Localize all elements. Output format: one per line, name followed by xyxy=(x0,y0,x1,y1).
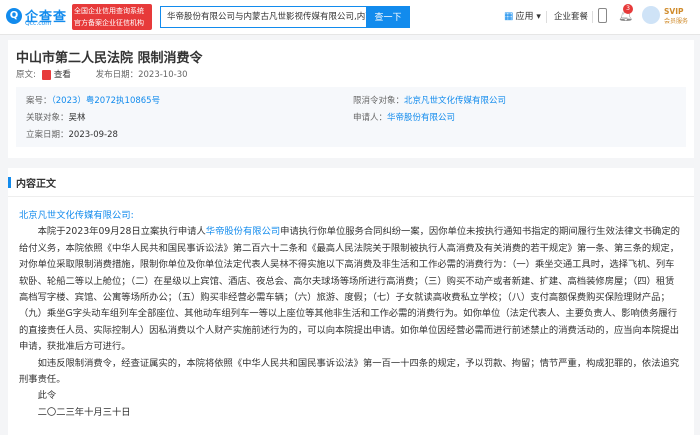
case-number-row: 案号：（2023）粤2072执10865号 xyxy=(26,94,160,106)
paragraph-1-start: 本院于2023年09月28日立案执行申请人 xyxy=(37,226,206,238)
case-header-card: 中山市第二人民法院 限制消费令 原文: 查看 发布日期：2023-10-30 案号… xyxy=(8,40,694,158)
grid-icon: ▦ xyxy=(504,11,514,22)
paragraph-4: 二〇二三年十月三十日 xyxy=(37,406,131,418)
filing-date-label: 立案日期： xyxy=(26,130,69,140)
applicant-label: 申请人： xyxy=(353,113,388,123)
app-menu[interactable]: ▦ 应用 ▾ xyxy=(504,9,541,22)
applicant-row: 申请人：华帝股份有限公司 xyxy=(353,111,455,123)
document-body: 北京凡世文化传媒有限公司: 本院于2023年09月28日立案执行申请人华帝股份有… xyxy=(19,208,683,421)
nav-divider xyxy=(592,11,593,23)
filing-date-row: 立案日期：2023-09-28 xyxy=(26,128,118,140)
section-accent-bar xyxy=(8,177,11,188)
source-label: 原文: xyxy=(16,70,36,80)
badge-line-1: 全国企业信用查询系统 xyxy=(74,7,144,15)
chevron-down-icon: ▾ xyxy=(533,12,541,22)
avatar[interactable] xyxy=(642,6,660,24)
applicant-inline-link[interactable]: 华帝股份有限公司 xyxy=(206,226,280,237)
badge-line-2: 官方备案企业征信机构 xyxy=(74,19,144,27)
content-card: 内容正文 北京凡世文化传媒有限公司: 本院于2023年09月28日立案执行申请人… xyxy=(8,168,694,435)
related-party-value: 吴林 xyxy=(68,113,86,123)
vip-sublabel: 会员服务 xyxy=(664,18,689,25)
enterprise-package-link[interactable]: 企业套餐 xyxy=(554,10,588,22)
related-party-row: 关联对象：吴林 xyxy=(26,111,86,123)
filing-date-value: 2023-09-28 xyxy=(68,130,118,140)
search-button[interactable]: 查一下 xyxy=(366,6,410,28)
qcc-logo[interactable]: Q 企查查 Qcc.com xyxy=(6,6,70,28)
salutation-link[interactable]: 北京凡世文化传媒有限公司: xyxy=(19,208,683,224)
vip-service-link[interactable]: SVIP 会员服务 xyxy=(664,7,698,29)
restricted-party-label: 限消令对象： xyxy=(353,96,405,106)
page-title: 中山市第二人民法院 限制消费令 xyxy=(16,51,203,66)
section-header: 内容正文 xyxy=(8,168,694,197)
applicant-link[interactable]: 华帝股份有限公司 xyxy=(387,113,455,123)
publish-date: 2023-10-30 xyxy=(138,70,188,80)
restricted-party-link[interactable]: 北京凡世文化传媒有限公司 xyxy=(404,96,506,106)
case-number-label: 案号： xyxy=(26,96,52,106)
nav-divider xyxy=(546,11,547,23)
related-party-label: 关联对象： xyxy=(26,113,69,123)
paragraph-1: 本院于2023年09月28日立案执行申请人华帝股份有限公司申请执行你单位服务合同… xyxy=(19,224,683,355)
logo-mark-icon: Q xyxy=(6,8,22,24)
logo-subtext: Qcc.com xyxy=(25,20,52,27)
publish-date-label: 发布日期： xyxy=(95,70,139,80)
pdf-icon xyxy=(41,69,51,80)
paragraph-2: 如违反限制消费令，经查证属实的，本院将依照《中华人民共和国民事诉讼法》第一百一十… xyxy=(19,357,680,386)
notification-count-badge: 3 xyxy=(623,4,633,14)
vip-label: SVIP xyxy=(664,7,684,16)
app-menu-label: 应用 xyxy=(515,12,534,22)
section-title: 内容正文 xyxy=(16,179,56,190)
mobile-icon[interactable] xyxy=(598,8,607,23)
top-navbar: Q 企查查 Qcc.com 全国企业信用查询系统 官方备案企业征信机构 华帝股份… xyxy=(0,0,700,35)
case-info-box: 案号：（2023）粤2072执10865号 限消令对象：北京凡世文化传媒有限公司… xyxy=(16,87,686,147)
restricted-party-row: 限消令对象：北京凡世文化传媒有限公司 xyxy=(353,94,506,106)
credit-system-badge: 全国企业信用查询系统 官方备案企业征信机构 xyxy=(72,4,152,30)
search-input[interactable]: 华帝股份有限公司与内蒙古凡世影视传媒有限公司,内蒙... xyxy=(160,6,366,28)
case-number-link[interactable]: （2023）粤2072执10865号 xyxy=(52,96,161,106)
view-original-link[interactable]: 查看 xyxy=(54,70,71,80)
paragraph-1-rest: 申请执行你单位服务合同纠纷一案，因你单位未按执行通知书指定的期间履行生效法律文书… xyxy=(19,226,680,353)
paragraph-3: 此令 xyxy=(37,390,57,402)
case-meta: 原文: 查看 发布日期：2023-10-30 xyxy=(16,68,188,80)
